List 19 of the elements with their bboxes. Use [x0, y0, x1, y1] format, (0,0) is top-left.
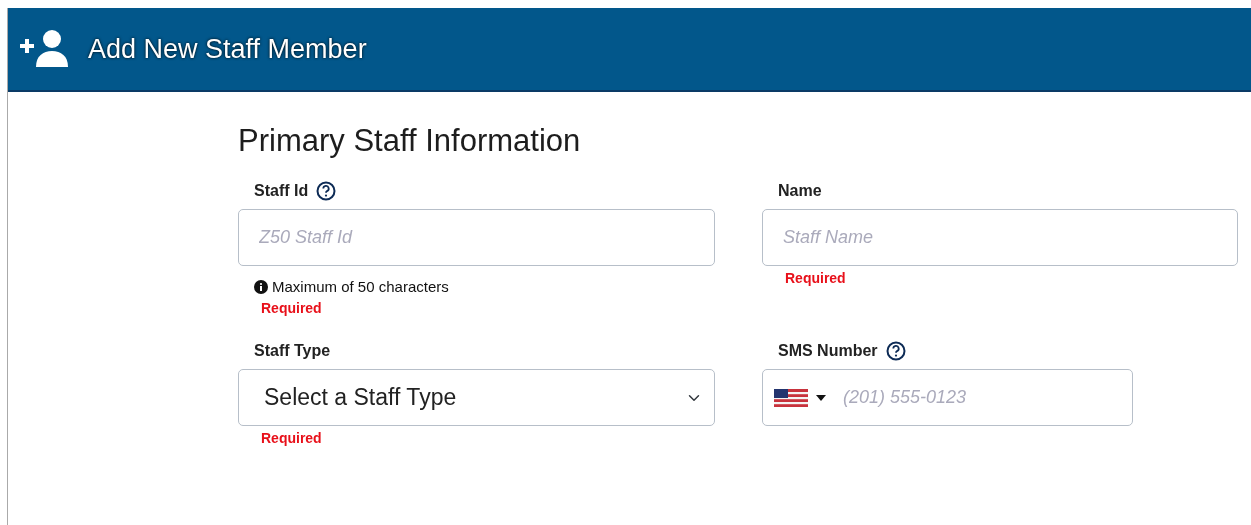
hint-text: Maximum of 50 characters	[272, 278, 449, 297]
phone-field[interactable]: (201) 555-0123	[762, 369, 1133, 427]
input-field[interactable]: Z50 Staff Id	[238, 209, 715, 267]
section-title: Primary Staff Information	[238, 122, 582, 160]
caret-icon[interactable]	[816, 395, 826, 402]
error-text: Required	[785, 270, 847, 288]
info-icon	[254, 280, 268, 295]
field-label: Name	[778, 181, 822, 202]
error-text: Required	[261, 300, 323, 318]
select-field[interactable]: Select a Staff Type	[238, 369, 715, 427]
error-text: Required	[261, 430, 323, 448]
page-title: Add New Staff Member	[88, 32, 367, 66]
field-label: Staff Type	[254, 341, 331, 362]
field-label: Staff Id	[254, 181, 309, 202]
flag-icon[interactable]	[774, 389, 808, 408]
help-icon[interactable]	[885, 341, 906, 362]
help-icon[interactable]	[316, 181, 337, 202]
input-field[interactable]: Staff Name	[762, 209, 1238, 267]
field-label: SMS Number	[778, 341, 878, 362]
